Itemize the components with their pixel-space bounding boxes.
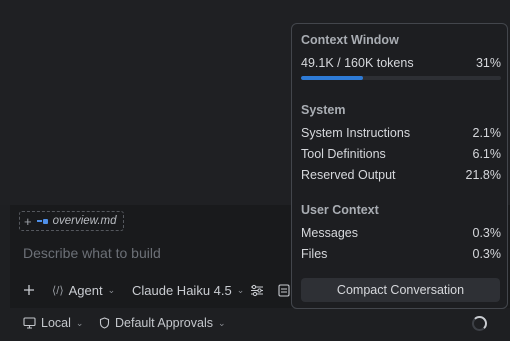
monitor-icon (23, 317, 36, 329)
system-row: System Instructions 2.1% (301, 126, 501, 140)
context-window-popover: Context Window 49.1K / 160K tokens 31% S… (291, 23, 508, 309)
sliders-icon (251, 284, 263, 296)
usage-progress-bar (301, 76, 501, 80)
attachment-file-name: overview.md (52, 215, 117, 227)
plus-icon (24, 285, 34, 295)
chevron-down-icon: ⌄ (217, 317, 226, 328)
prompt-input[interactable]: Describe what to build (23, 245, 161, 261)
markdown-file-icon (36, 218, 48, 224)
composer-toolbar: ⟨/⟩ Agent ⌄ Claude Haiku 4.5 ⌄ (0, 280, 300, 300)
approvals-dropdown[interactable]: Default Approvals ⌄ (99, 314, 226, 332)
document-icon (278, 283, 290, 297)
code-icon: ⟨/⟩ (52, 284, 64, 297)
add-attachment-icon[interactable]: + (24, 215, 32, 228)
row-value: 2.1% (472, 126, 502, 140)
chevron-down-icon: ⌄ (75, 317, 84, 328)
mode-dropdown[interactable]: ⟨/⟩ Agent ⌄ (52, 280, 115, 300)
system-row: Reserved Output 21.8% (301, 168, 501, 182)
row-value: 0.3% (472, 247, 502, 261)
usage-percent: 31% (475, 56, 501, 70)
row-label: Tool Definitions (301, 147, 386, 161)
row-value: 6.1% (472, 147, 502, 161)
row-label: Reserved Output (301, 168, 396, 182)
approvals-label: Default Approvals (115, 316, 213, 330)
row-value: 0.3% (472, 226, 502, 240)
add-context-button[interactable] (23, 280, 35, 300)
system-section-title: System (301, 103, 346, 117)
popover-title: Context Window (301, 33, 399, 47)
user-context-section-title: User Context (301, 203, 379, 217)
system-row: Tool Definitions 6.1% (301, 147, 501, 161)
row-label: Messages (301, 226, 358, 240)
settings-button[interactable] (250, 280, 264, 300)
model-label: Claude Haiku 4.5 (132, 282, 232, 298)
environment-label: Local (41, 316, 71, 330)
row-value: 21.8% (465, 168, 501, 182)
status-bar: Local ⌄ Default Approvals ⌄ (0, 314, 300, 332)
row-label: Files (301, 247, 328, 261)
user-context-row: Messages 0.3% (301, 226, 501, 240)
model-dropdown[interactable]: Claude Haiku 4.5 ⌄ (132, 280, 244, 300)
mode-label: Agent (68, 282, 103, 298)
shield-icon (99, 317, 110, 329)
chevron-down-icon: ⌄ (107, 284, 116, 295)
attachment-chip[interactable]: + overview.md (19, 211, 124, 231)
usage-row: 49.1K / 160K tokens 31% (301, 56, 501, 70)
compact-conversation-button[interactable]: Compact Conversation (301, 278, 500, 302)
loading-spinner-icon (472, 316, 487, 331)
context-usage-button[interactable] (278, 280, 290, 300)
user-context-row: Files 0.3% (301, 247, 501, 261)
environment-dropdown[interactable]: Local ⌄ (23, 314, 83, 332)
usage-text: 49.1K / 160K tokens (301, 56, 414, 70)
row-label: System Instructions (301, 126, 411, 140)
usage-progress-fill (301, 76, 363, 80)
chevron-down-icon: ⌄ (236, 284, 245, 295)
